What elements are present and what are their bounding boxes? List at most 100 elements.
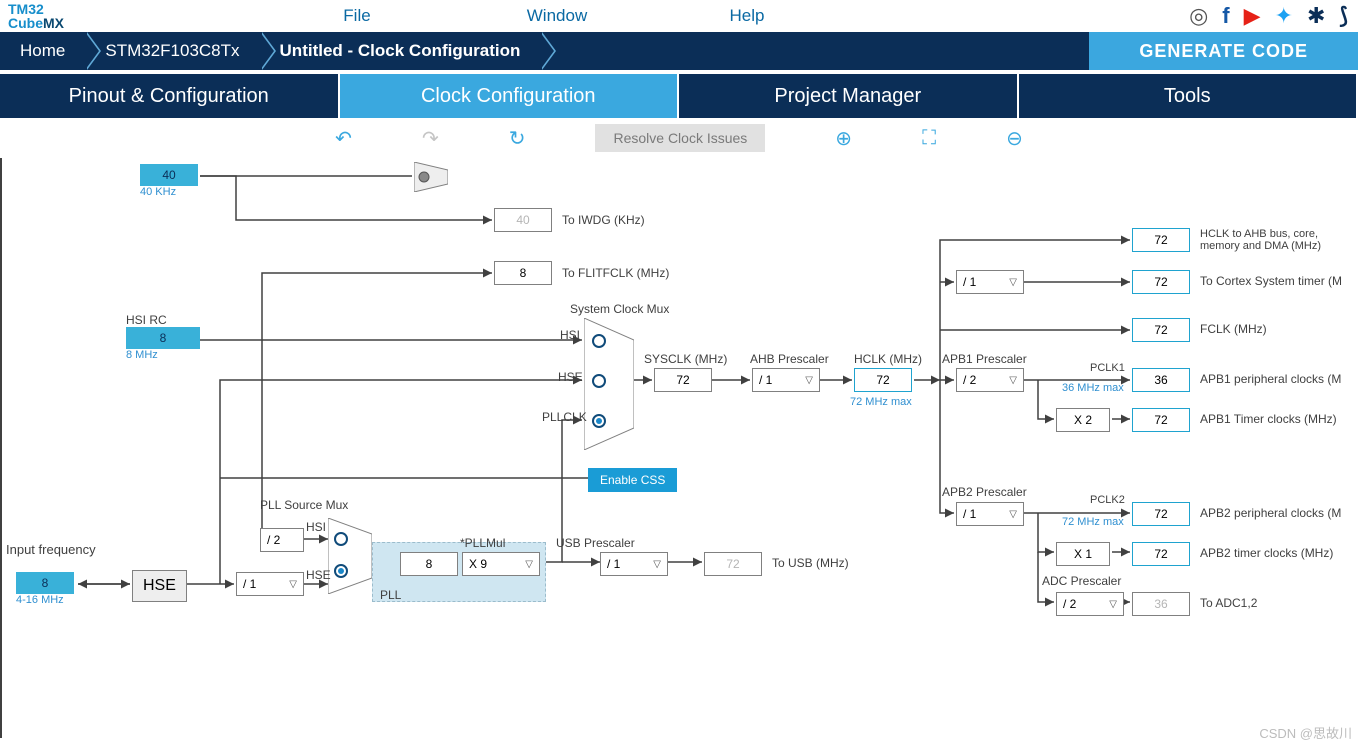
watermark: CSDN @思故川 [1259, 723, 1352, 742]
twitter-icon[interactable]: ✦ [1275, 3, 1293, 29]
sysclk-label: SYSCLK (MHz) [644, 352, 727, 366]
apb2-prescaler-select[interactable]: / 1▽ [956, 502, 1024, 526]
youtube-icon[interactable]: ▶ [1244, 3, 1261, 29]
hse-divider-select[interactable]: / 1▽ [236, 572, 304, 596]
apb1-periph-value: 36 [1132, 368, 1190, 392]
crumb-home[interactable]: Home [0, 32, 85, 70]
lsi-mux-icon [414, 162, 448, 195]
pll-hsi-label: HSI [306, 520, 326, 534]
sysmux-hsi-label: HSI [560, 328, 580, 342]
apb2-periph-label: APB2 peripheral clocks (M [1200, 506, 1341, 520]
usb-pre-label: USB Prescaler [556, 536, 635, 550]
pll-mux-hse-radio[interactable] [334, 564, 348, 578]
hse-box: HSE [132, 570, 187, 602]
apb1-timer-mul: X 2 [1056, 408, 1110, 432]
pll-hsi-div: / 2 [260, 528, 304, 552]
apb1-timer-value: 72 [1132, 408, 1190, 432]
apb1-title: APB1 Prescaler [942, 352, 1027, 366]
menu-window[interactable]: Window [482, 6, 632, 26]
usb-label: To USB (MHz) [772, 556, 849, 570]
tab-bar: Pinout & Configuration Clock Configurati… [0, 74, 1358, 118]
sysmux-hsi-radio[interactable] [592, 334, 606, 348]
hsi-unit: 8 MHz [126, 349, 200, 361]
top-icons: ◎ f ▶ ✦ ✱ ⟆ [1189, 3, 1358, 29]
adc-value: 36 [1132, 592, 1190, 616]
lsi-value: 40 [140, 164, 198, 186]
out-hclk-label: HCLK to AHB bus, core, memory and DMA (M… [1200, 228, 1358, 252]
apb2-pclk-label: PCLK2 [1090, 494, 1125, 506]
apb2-timer-value: 72 [1132, 542, 1190, 566]
iwdg-label: To IWDG (KHz) [562, 213, 645, 227]
adc-title: ADC Prescaler [1042, 574, 1121, 588]
tab-pinout[interactable]: Pinout & Configuration [0, 74, 340, 118]
menu-file[interactable]: File [282, 6, 432, 26]
sysmux-title: System Clock Mux [570, 302, 669, 316]
pll-mul-label: *PLLMul [460, 536, 505, 550]
menu-help[interactable]: Help [672, 6, 822, 26]
undo-icon[interactable]: ↶ [335, 126, 352, 151]
iwdg-value: 40 [494, 208, 552, 232]
cortex-div-select[interactable]: / 1▽ [956, 270, 1024, 294]
app-logo: TM32 CubeMX [0, 2, 72, 30]
adc-label: To ADC1,2 [1200, 596, 1257, 610]
hsi-value: 8 [126, 327, 200, 349]
apb2-timer-label: APB2 timer clocks (MHz) [1200, 546, 1333, 560]
breadcrumb: Home STM32F103C8Tx Untitled - Clock Conf… [0, 32, 1358, 70]
generate-code-button[interactable]: GENERATE CODE [1089, 32, 1358, 70]
enable-css-button[interactable]: Enable CSS [588, 468, 677, 492]
usb-prescaler-select[interactable]: / 1▽ [600, 552, 668, 576]
sysmux-pllclk-label: PLLCLK [542, 410, 587, 424]
pll-name: PLL [380, 588, 401, 602]
network-icon[interactable]: ✱ [1307, 3, 1325, 29]
apb2-title: APB2 Prescaler [942, 485, 1027, 499]
redo-icon[interactable]: ↷ [422, 126, 439, 151]
apb2-max: 72 MHz max [1062, 516, 1124, 528]
usb-value: 72 [704, 552, 762, 576]
system-clock-mux[interactable] [584, 318, 634, 450]
st-icon[interactable]: ⟆ [1339, 3, 1348, 29]
adc-prescaler-select[interactable]: / 2▽ [1056, 592, 1124, 616]
hclk-label: HCLK (MHz) [854, 352, 922, 366]
sysmux-pllclk-radio[interactable] [592, 414, 606, 428]
badge-icon: ◎ [1189, 3, 1208, 29]
pll-source-mux[interactable] [328, 518, 372, 594]
tab-project-manager[interactable]: Project Manager [679, 74, 1019, 118]
ahb-label: AHB Prescaler [750, 352, 829, 366]
sysmux-hse-radio[interactable] [592, 374, 606, 388]
crumb-chip[interactable]: STM32F103C8Tx [85, 32, 259, 70]
crumb-project[interactable]: Untitled - Clock Configuration [260, 32, 541, 70]
ahb-prescaler-select[interactable]: / 1▽ [752, 368, 820, 392]
tab-clock[interactable]: Clock Configuration [340, 74, 680, 118]
input-freq-unit: 4-16 MHz [16, 594, 74, 606]
tab-tools[interactable]: Tools [1019, 74, 1358, 118]
zoom-in-icon[interactable]: ⊕ [835, 126, 852, 151]
sysclk-value[interactable]: 72 [654, 368, 712, 392]
pll-input-value: 8 [400, 552, 458, 576]
toolbar: ↶ ↷ ↻ Resolve Clock Issues ⊕ ⛶ ⊖ [0, 118, 1358, 158]
cortex-value: 72 [1132, 270, 1190, 294]
pll-mul-select[interactable]: X 9▽ [462, 552, 540, 576]
apb1-periph-label: APB1 peripheral clocks (M [1200, 372, 1341, 386]
facebook-icon[interactable]: f [1222, 3, 1229, 29]
pll-mux-title: PLL Source Mux [260, 498, 348, 512]
apb2-periph-value: 72 [1132, 502, 1190, 526]
apb1-prescaler-select[interactable]: / 2▽ [956, 368, 1024, 392]
pll-mux-hsi-radio[interactable] [334, 532, 348, 546]
flitfclk-label: To FLITFCLK (MHz) [562, 266, 669, 280]
lsi-unit: 40 KHz [140, 186, 198, 198]
out-hclk-value: 72 [1132, 228, 1190, 252]
apb2-timer-mul: X 1 [1056, 542, 1110, 566]
zoom-out-icon[interactable]: ⊖ [1006, 126, 1023, 151]
resolve-clock-button[interactable]: Resolve Clock Issues [595, 124, 765, 152]
flitfclk-value: 8 [494, 261, 552, 285]
refresh-icon[interactable]: ↻ [509, 126, 526, 151]
apb1-max: 36 MHz max [1062, 382, 1124, 394]
apb1-timer-label: APB1 Timer clocks (MHz) [1200, 412, 1337, 426]
sysmux-hse-label: HSE [558, 370, 583, 384]
hclk-value[interactable]: 72 [854, 368, 912, 392]
fullscreen-icon[interactable]: ⛶ [922, 127, 936, 150]
fclk-value: 72 [1132, 318, 1190, 342]
input-freq-value[interactable]: 8 [16, 572, 74, 594]
clock-diagram[interactable]: 40 40 KHz 40 To IWDG (KHz) 8 To FLITFCLK… [0, 158, 1358, 738]
hsi-title: HSI RC [126, 313, 200, 327]
